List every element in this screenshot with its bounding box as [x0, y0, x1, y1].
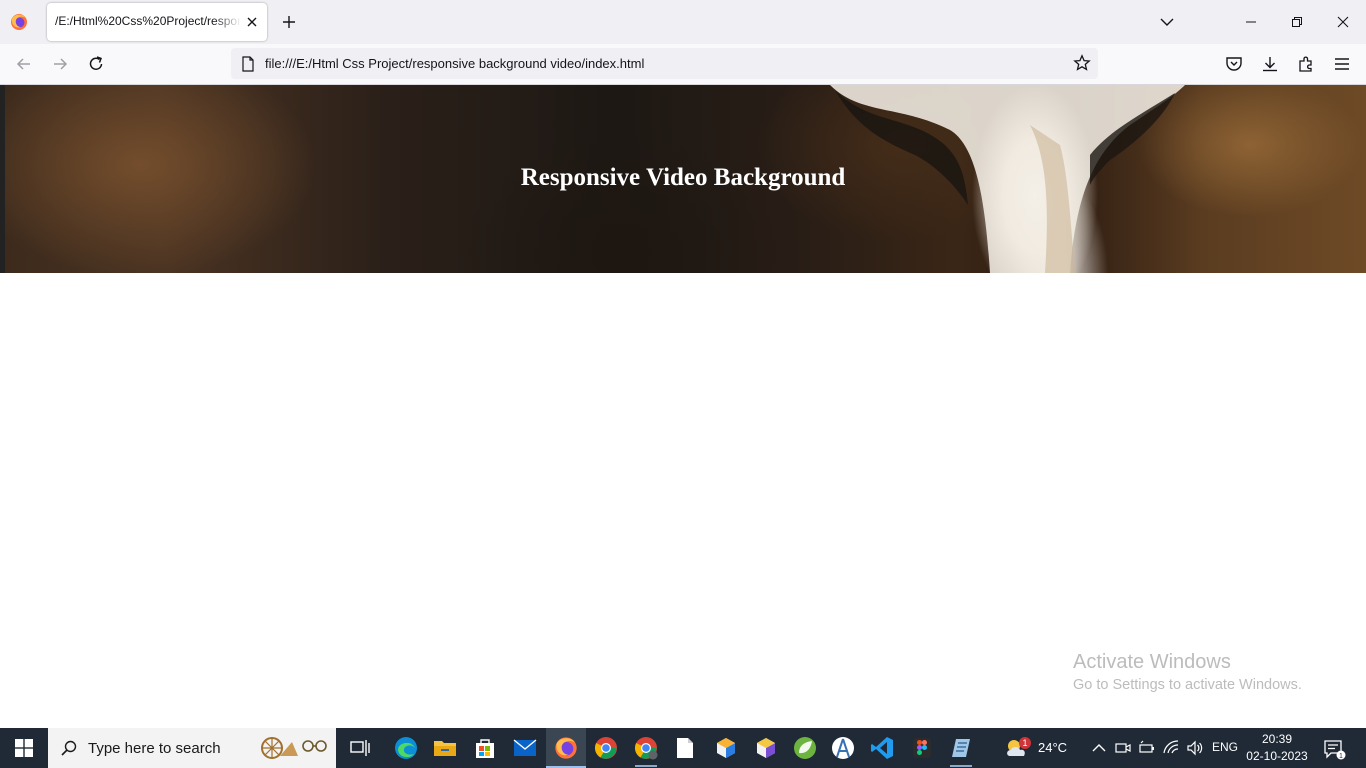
windows-logo-icon: [15, 739, 33, 757]
document-icon: [677, 738, 693, 758]
page-heading: Responsive Video Background: [520, 164, 846, 191]
restore-button[interactable]: [1274, 0, 1320, 44]
chevron-down-icon[interactable]: [1158, 14, 1176, 30]
tab-title: /E:/Html%20Css%20Project/responsive back…: [55, 14, 241, 28]
figma-icon: [913, 738, 931, 758]
file-explorer-taskbar-button[interactable]: [425, 728, 465, 768]
start-button[interactable]: [0, 728, 48, 768]
page-icon: [242, 56, 254, 72]
extensions-icon[interactable]: [1296, 54, 1316, 74]
figma-taskbar-button[interactable]: [902, 728, 942, 768]
misc-app-taskbar-button[interactable]: [941, 728, 981, 768]
back-arrow-icon[interactable]: [14, 54, 34, 74]
notification-center-icon[interactable]: 1: [1322, 738, 1346, 760]
android-studio-taskbar-button[interactable]: [823, 728, 863, 768]
reload-icon[interactable]: [86, 54, 106, 74]
search-icon: [61, 740, 77, 756]
taskbar: Type here to search 1 24°C ENG 20:39 02-…: [0, 728, 1366, 768]
clock-date: 02-10-2023: [1246, 749, 1308, 763]
chrome-icon: [595, 737, 617, 759]
chevron-up-icon[interactable]: [1090, 739, 1108, 757]
volume-icon[interactable]: [1186, 739, 1204, 757]
video-background-hero: Responsive Video Background: [0, 85, 1366, 273]
taskbar-search-box[interactable]: Type here to search: [48, 728, 336, 768]
chrome-taskbar-button[interactable]: [586, 728, 626, 768]
cube-icon: [717, 738, 735, 758]
weather-temperature[interactable]: 24°C: [1038, 740, 1067, 755]
address-bar[interactable]: file:///E:/Html Css Project/responsive b…: [231, 48, 1098, 79]
task-view-button[interactable]: [340, 728, 380, 768]
mail-icon: [513, 739, 537, 756]
firefox-taskbar-button[interactable]: [546, 728, 586, 768]
wifi-icon[interactable]: [1162, 739, 1180, 757]
firefox-icon: [555, 737, 577, 759]
close-window-button[interactable]: [1320, 0, 1366, 44]
chrome-profile-taskbar-button[interactable]: [626, 728, 666, 768]
watermark-title: Activate Windows: [1073, 651, 1231, 673]
task-view-icon: [350, 740, 370, 756]
cube-app-2-taskbar-button[interactable]: [746, 728, 786, 768]
cube-app-taskbar-button[interactable]: [706, 728, 746, 768]
document-stack-icon: [952, 739, 970, 757]
input-language[interactable]: ENG: [1212, 740, 1238, 754]
folder-icon: [434, 741, 456, 756]
download-icon[interactable]: [1260, 54, 1280, 74]
search-placeholder: Type here to search: [88, 740, 221, 757]
restore-icon: [1292, 17, 1302, 27]
new-tab-icon[interactable]: [280, 13, 298, 31]
edge-icon: [395, 737, 417, 759]
minimize-button[interactable]: [1228, 0, 1274, 44]
forward-arrow-icon[interactable]: [50, 54, 70, 74]
search-highlight-illustration-icon: [261, 737, 327, 759]
url-text[interactable]: file:///E:/Html Css Project/responsive b…: [265, 56, 644, 71]
watermark-subtitle: Go to Settings to activate Windows.: [1073, 677, 1302, 693]
store-bag-icon: [476, 739, 494, 758]
cube-alt-icon: [757, 738, 775, 758]
chrome-profile-icon: [635, 737, 658, 760]
bookmark-star-icon[interactable]: [1073, 54, 1091, 72]
compass-icon: [832, 737, 854, 759]
vscode-taskbar-button[interactable]: [862, 728, 902, 768]
tab-active[interactable]: /E:/Html%20Css%20Project/responsive back…: [47, 3, 267, 41]
weather-alert-badge: 1: [1019, 737, 1031, 749]
activation-watermark: Activate Windows Go to Settings to activ…: [1073, 651, 1302, 693]
battery-icon[interactable]: [1138, 739, 1156, 757]
navigation-toolbar: file:///E:/Html Css Project/responsive b…: [0, 44, 1366, 85]
clock-time: 20:39: [1261, 732, 1293, 746]
leaf-icon: [794, 737, 816, 759]
menu-hamburger-icon[interactable]: [1332, 54, 1352, 74]
tab-strip: /E:/Html%20Css%20Project/responsive back…: [0, 0, 1366, 44]
meet-now-icon[interactable]: [1114, 739, 1132, 757]
vscode-icon: [871, 737, 893, 759]
firefox-icon[interactable]: [10, 13, 28, 31]
edge-taskbar-button[interactable]: [386, 728, 426, 768]
close-icon: [1337, 16, 1349, 28]
minimize-icon: [1246, 21, 1256, 23]
taskbar-clock[interactable]: 20:39 02-10-2023: [1240, 731, 1314, 765]
document-taskbar-button[interactable]: [665, 728, 705, 768]
close-tab-icon[interactable]: [245, 15, 259, 29]
spring-tool-taskbar-button[interactable]: [785, 728, 825, 768]
mail-taskbar-button[interactable]: [505, 728, 545, 768]
pocket-icon[interactable]: [1224, 54, 1244, 74]
microsoft-store-taskbar-button[interactable]: [465, 728, 505, 768]
notification-count: 1: [1339, 753, 1343, 760]
